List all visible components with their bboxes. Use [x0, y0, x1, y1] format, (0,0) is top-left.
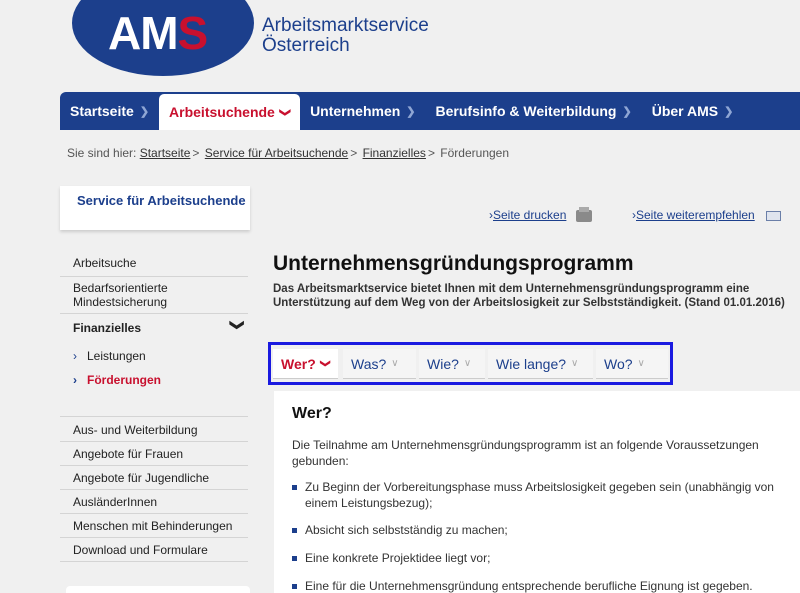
tab-wie[interactable]: Wie? ∨: [419, 349, 485, 379]
bullet-icon: [292, 556, 297, 561]
breadcrumb-finanzielles[interactable]: Finanzielles: [363, 146, 426, 160]
breadcrumb: Sie sind hier: Startseite > Service für A…: [67, 146, 510, 160]
sidebar-item-foerderungen[interactable]: › Förderungen: [60, 367, 248, 417]
sidebar-item-finanzielles[interactable]: Finanzielles ❯: [60, 314, 248, 342]
tab-wie-lange[interactable]: Wie lange? ∨: [488, 349, 593, 379]
sidebar-title: Service für Arbeitsuchende: [60, 186, 250, 230]
sidebar-item-jugendliche[interactable]: Angebote für Jugendliche: [60, 466, 248, 490]
main-nav: Startseite ❯ Arbeitsuchende ❯ Unternehmen ❯…: [60, 92, 800, 130]
logo-text: AMS: [108, 7, 208, 59]
bullet-icon: [292, 485, 297, 490]
section-text: Die Teilnahme am Unternehmensgründungspr…: [292, 438, 759, 468]
sidebar-item-download[interactable]: Download und Formulare: [60, 538, 248, 562]
print-link[interactable]: Seite drucken: [493, 208, 566, 222]
chevron-down-icon: ❯: [230, 319, 247, 331]
nav-berufsinfo[interactable]: Berufsinfo & Weiterbildung ❯: [426, 92, 642, 130]
chevron-right-icon: ›: [73, 349, 77, 363]
intro-text: Das Arbeitsmarktservice bietet Ihnen mit…: [273, 283, 785, 309]
chevron-down-icon: ❯: [724, 105, 734, 118]
tab-was[interactable]: Was? ∨: [343, 349, 416, 379]
breadcrumb-service[interactable]: Service für Arbeitsuchende: [205, 146, 348, 160]
sidebar-item-leistungen[interactable]: › Leistungen: [60, 342, 248, 367]
tab-bar: Wer? ❯ Was? ∨ Wie? ∨ Wie lange? ∨ Wo? ∨: [268, 342, 673, 385]
chevron-down-icon: ❯: [139, 105, 150, 118]
nav-startseite[interactable]: Startseite ❯: [60, 92, 159, 130]
chevron-down-icon: ❯: [622, 105, 632, 118]
nav-unternehmen[interactable]: Unternehmen ❯: [300, 92, 425, 130]
nav-ueber-ams[interactable]: Über AMS ❯: [642, 92, 744, 130]
print-link-group: ›Seite drucken: [489, 206, 592, 222]
section-heading: Wer?: [292, 405, 332, 422]
sidebar-item-mindestsicherung[interactable]: Bedarfsorientierte Mindestsicherung: [60, 277, 248, 314]
sidebar-item-auslaender[interactable]: AusländerInnen: [60, 490, 248, 514]
sidebar-item-ausbildung[interactable]: Aus- und Weiterbildung: [60, 417, 248, 442]
requirements-list: Zu Beginn der Vorbereitungsphase muss Ar…: [292, 479, 782, 593]
list-item: Absicht sich selbstständig zu machen;: [292, 522, 782, 538]
org-name: Arbeitsmarktservice Österreich: [262, 15, 429, 56]
chevron-down-icon: ∨: [391, 358, 399, 369]
sidebar-item-frauen[interactable]: Angebote für Frauen: [60, 442, 248, 466]
page-title: Unternehmensgründungsprogramm: [273, 252, 634, 275]
sidebar-box: [66, 586, 250, 593]
nav-arbeitsuchende[interactable]: Arbeitsuchende ❯: [159, 94, 301, 130]
printer-icon[interactable]: [575, 206, 592, 222]
bullet-icon: [292, 528, 297, 533]
recommend-link[interactable]: Seite weiterempfehlen: [636, 208, 755, 222]
breadcrumb-current: Förderungen: [440, 146, 510, 160]
recommend-link-group: ›Seite weiterempfehlen: [632, 208, 782, 222]
envelope-icon[interactable]: [766, 210, 782, 221]
chevron-down-icon: ∨: [463, 358, 472, 369]
list-item: Eine konkrete Projektidee liegt vor;: [292, 550, 782, 566]
tab-content: Wer? Die Teilnahme am Unternehmensgründu…: [274, 391, 800, 593]
sidebar-item-behinderungen[interactable]: Menschen mit Behinderungen: [60, 514, 248, 538]
chevron-down-icon: ∨: [637, 358, 645, 369]
tab-wo[interactable]: Wo? ∨: [596, 349, 668, 379]
chevron-down-icon: ❯: [406, 105, 416, 118]
chevron-right-icon: ›: [73, 373, 77, 387]
sidebar-nav: Arbeitsuche Bedarfsorientierte Mindestsi…: [60, 250, 248, 562]
list-item: Zu Beginn der Vorbereitungsphase muss Ar…: [292, 479, 782, 511]
bullet-icon: [292, 584, 297, 589]
breadcrumb-startseite[interactable]: Startseite: [140, 146, 191, 160]
sidebar-item-arbeitsuche[interactable]: Arbeitsuche: [60, 250, 248, 277]
chevron-down-icon: ∨: [571, 358, 579, 369]
list-item: Eine für die Unternehmensgründung entspr…: [292, 578, 782, 593]
chevron-down-icon: ❯: [319, 359, 331, 368]
tab-wer[interactable]: Wer? ❯: [273, 349, 338, 379]
chevron-down-icon: ❯: [278, 107, 291, 117]
page-header: AMS Arbeitsmarktservice Österreich: [0, 0, 800, 92]
